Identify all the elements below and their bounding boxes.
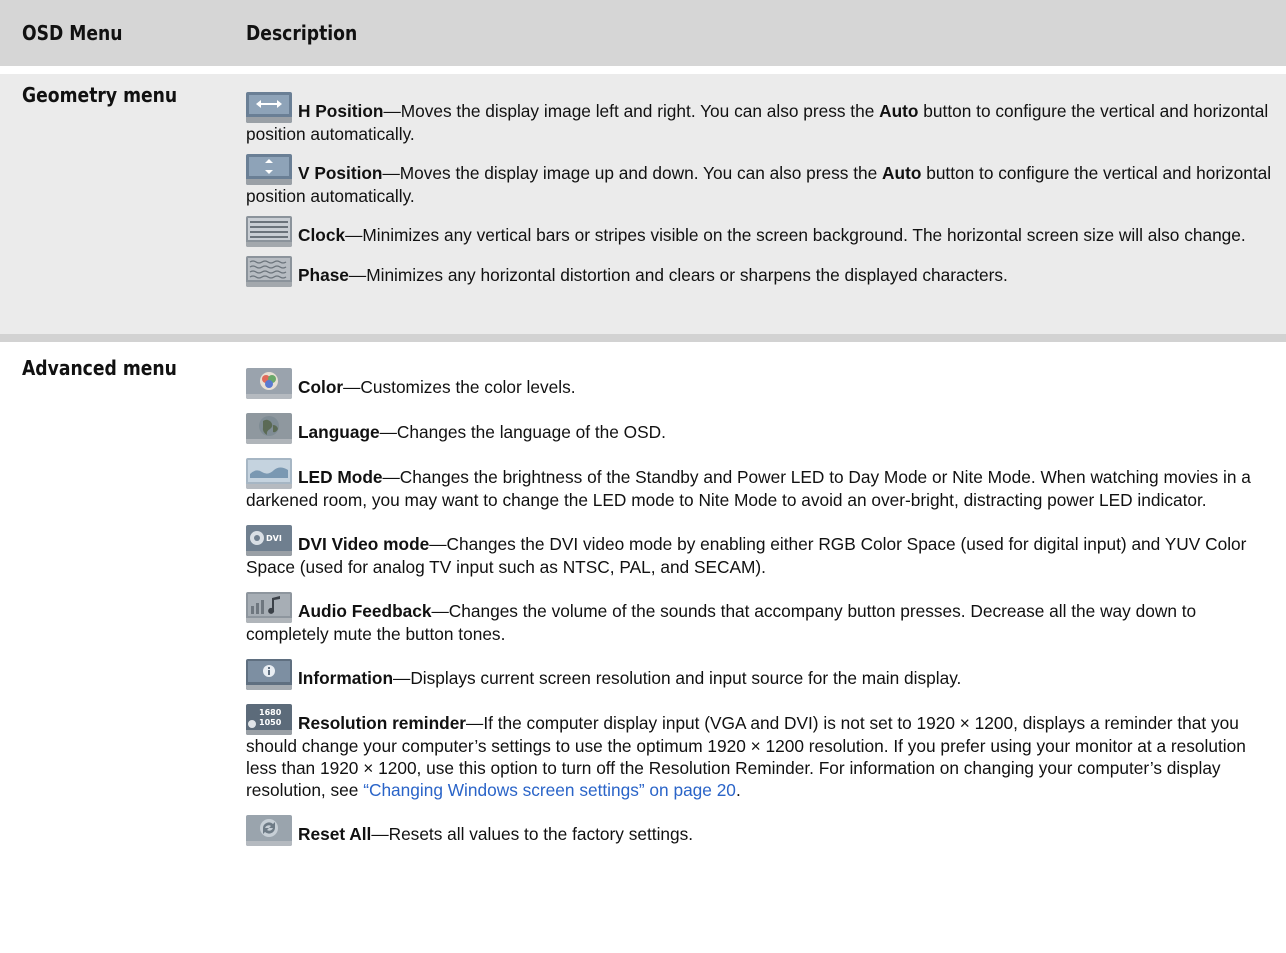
phase-title: Phase [298, 265, 349, 285]
v-position-text: —Moves the display image up and down. Yo… [382, 163, 883, 183]
v-position-item: V Position—Moves the display image up an… [246, 154, 1276, 207]
reset-all-title: Reset All [298, 824, 372, 844]
phase-text: —Minimizes any horizontal distortion and… [348, 265, 1008, 285]
header-description: Description [246, 21, 358, 45]
h-position-item: H Position—Moves the display image left … [246, 92, 1276, 145]
svg-text:1680: 1680 [259, 708, 282, 717]
svg-text:DVI: DVI [266, 534, 282, 543]
audio-feedback-item: Audio Feedback—Changes the volume of the… [246, 592, 1276, 645]
color-text: —Customizes the color levels. [343, 377, 576, 397]
led-mode-text: —Changes the brightness of the Standby a… [246, 467, 1251, 510]
resolution-reminder-icon: 1680 1050 [246, 704, 292, 735]
color-item: Color—Customizes the color levels. [246, 368, 1276, 399]
dvi-video-mode-title: DVI Video mode [298, 534, 430, 554]
audio-feedback-icon [246, 592, 292, 623]
auto-button-ref: Auto [879, 101, 919, 121]
language-icon [246, 413, 292, 444]
resolution-reminder-title: Resolution reminder [298, 713, 467, 733]
resolution-reminder-item: 1680 1050 Resolution reminder—If the comp… [246, 704, 1276, 801]
information-icon [246, 659, 292, 690]
information-title: Information [298, 668, 394, 688]
color-icon [246, 368, 292, 399]
svg-text:1050: 1050 [259, 718, 282, 727]
h-position-icon [246, 92, 292, 123]
h-position-title: H Position [298, 101, 384, 121]
led-mode-title: LED Mode [298, 467, 383, 487]
advanced-menu-row: Advanced menu Color—Customizes the color… [0, 342, 1286, 953]
auto-button-ref-2: Auto [882, 163, 922, 183]
v-position-title: V Position [298, 163, 383, 183]
table-header: OSD Menu Description [0, 0, 1286, 66]
phase-item: Phase—Minimizes any horizontal distortio… [246, 256, 1276, 287]
language-item: Language—Changes the language of the OSD… [246, 413, 1276, 444]
geometry-menu-row: Geometry menu H Position—Moves the displ… [0, 74, 1286, 334]
clock-text: —Minimizes any vertical bars or stripes … [345, 225, 1246, 245]
reset-all-item: Reset All—Resets all values to the facto… [246, 815, 1276, 846]
reset-all-text: —Resets all values to the factory settin… [371, 824, 694, 844]
led-mode-icon [246, 458, 292, 489]
geometry-menu-label: Geometry menu [22, 83, 178, 107]
information-item: Information—Displays current screen reso… [246, 659, 1276, 690]
language-text: —Changes the language of the OSD. [379, 422, 666, 442]
led-mode-item: LED Mode—Changes the brightness of the S… [246, 458, 1276, 511]
language-title: Language [298, 422, 380, 442]
changing-windows-screen-settings-link[interactable]: “Changing Windows screen settings” on pa… [363, 780, 736, 800]
phase-icon [246, 256, 292, 287]
row-divider [0, 334, 1286, 342]
clock-item: Clock—Minimizes any vertical bars or str… [246, 216, 1276, 247]
dvi-video-mode-icon: DVI [246, 525, 292, 556]
header-osd-menu: OSD Menu [22, 21, 123, 45]
v-position-icon [246, 154, 292, 185]
advanced-menu-label: Advanced menu [22, 356, 177, 380]
osd-menu-table: OSD Menu Description Geometry menu H Pos… [0, 0, 1286, 953]
dvi-video-mode-item: DVI DVI Video mode—Changes the DVI video… [246, 525, 1276, 578]
resolution-reminder-text-2: . [735, 780, 741, 800]
clock-title: Clock [298, 225, 346, 245]
h-position-text: —Moves the display image left and right.… [383, 101, 880, 121]
reset-all-icon [246, 815, 292, 846]
clock-icon [246, 216, 292, 247]
color-title: Color [298, 377, 344, 397]
audio-feedback-title: Audio Feedback [298, 601, 432, 621]
information-text: —Displays current screen resolution and … [393, 668, 962, 688]
